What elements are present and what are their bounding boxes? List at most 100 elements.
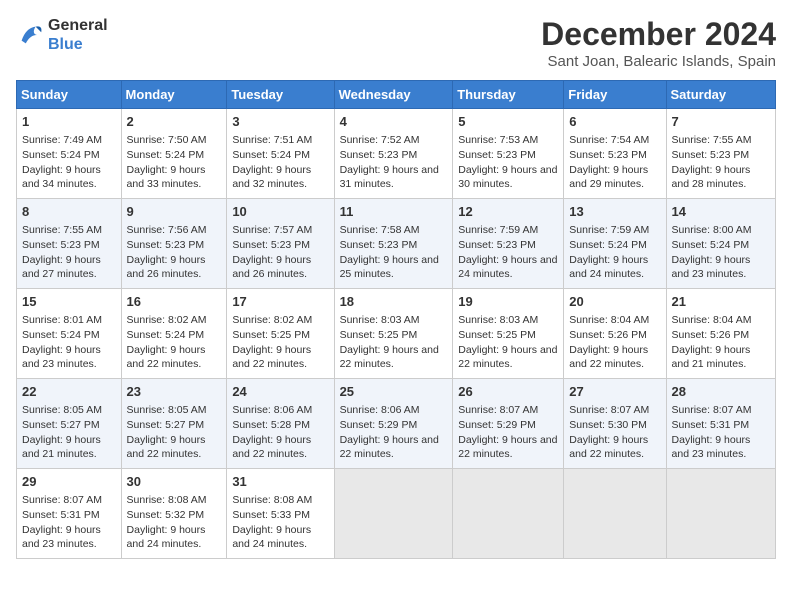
sunset-text: Sunset: 5:26 PM (672, 329, 750, 341)
day-number: 8 (22, 203, 116, 221)
calendar-week-row: 1Sunrise: 7:49 AMSunset: 5:24 PMDaylight… (17, 109, 776, 199)
sunrise-text: Sunrise: 8:04 AM (672, 314, 752, 326)
sunset-text: Sunset: 5:24 PM (569, 239, 647, 251)
daylight-text: Daylight: 9 hours and 23 minutes. (22, 344, 101, 371)
calendar-week-row: 8 Sunrise: 7:55 AM Sunset: 5:23 PM Daylight… (17, 199, 776, 289)
sunset-text: Sunset: 5:31 PM (672, 419, 750, 431)
logo-text: General Blue (48, 16, 108, 54)
daylight-text: Daylight: 9 hours and 28 minutes. (672, 164, 751, 191)
daylight-text: Daylight: 9 hours and 21 minutes. (672, 344, 751, 371)
calendar-cell: 12Sunrise: 7:59 AMSunset: 5:23 PMDayligh… (453, 199, 564, 289)
sunset-text: Sunset: 5:25 PM (458, 329, 536, 341)
sunset-text: Sunset: 5:23 PM (569, 149, 647, 161)
weekday-header-monday: Monday (121, 81, 227, 109)
calendar-cell (564, 469, 666, 559)
sunset-text: Sunset: 5:32 PM (127, 509, 205, 521)
day-number: 2 (127, 113, 222, 131)
daylight-text: Daylight: 9 hours and 27 minutes. (22, 254, 101, 281)
day-number: 24 (232, 383, 328, 401)
day-number: 18 (340, 293, 448, 311)
daylight-text: Daylight: 9 hours and 22 minutes. (569, 434, 648, 461)
sunrise-text: Sunrise: 7:58 AM (340, 224, 420, 236)
day-number: 1 (22, 113, 116, 131)
calendar-cell: 27Sunrise: 8:07 AMSunset: 5:30 PMDayligh… (564, 379, 666, 469)
sunrise-text: Sunrise: 8:07 AM (22, 494, 102, 506)
calendar-cell: 6 Sunrise: 7:54 AM Sunset: 5:23 PM Daylight… (564, 109, 666, 199)
sunset-text: Sunset: 5:23 PM (127, 239, 205, 251)
daylight-text: Daylight: 9 hours and 22 minutes. (340, 434, 439, 461)
sunset-text: Sunset: 5:31 PM (22, 509, 100, 521)
day-number: 3 (232, 113, 328, 131)
sunset-text: Sunset: 5:27 PM (22, 419, 100, 431)
day-number: 11 (340, 203, 448, 221)
daylight-text: Daylight: 9 hours and 24 minutes. (569, 254, 648, 281)
calendar-cell: 21 Sunrise: 8:04 AM Sunset: 5:26 PM Dayligh… (666, 289, 775, 379)
weekday-header-friday: Friday (564, 81, 666, 109)
logo-icon (16, 21, 44, 49)
weekday-header-row: SundayMondayTuesdayWednesdayThursdayFrid… (17, 81, 776, 109)
sunset-text: Sunset: 5:23 PM (232, 239, 310, 251)
day-number: 7 (672, 113, 770, 131)
sunset-text: Sunset: 5:23 PM (340, 149, 418, 161)
sunrise-text: Sunrise: 8:02 AM (127, 314, 207, 326)
day-number: 19 (458, 293, 558, 311)
sunrise-text: Sunrise: 7:57 AM (232, 224, 312, 236)
sunrise-text: Sunrise: 8:05 AM (22, 404, 102, 416)
calendar-cell (453, 469, 564, 559)
calendar-cell: 28 Sunrise: 8:07 AM Sunset: 5:31 PM Dayligh… (666, 379, 775, 469)
sunrise-text: Sunrise: 8:08 AM (127, 494, 207, 506)
sunset-text: Sunset: 5:30 PM (569, 419, 647, 431)
page-title: December 2024 (541, 16, 776, 53)
daylight-text: Daylight: 9 hours and 22 minutes. (458, 344, 557, 371)
sunrise-text: Sunrise: 8:07 AM (569, 404, 649, 416)
calendar-cell: 22Sunrise: 8:05 AMSunset: 5:27 PMDayligh… (17, 379, 122, 469)
sunrise-text: Sunrise: 8:02 AM (232, 314, 312, 326)
daylight-text: Daylight: 9 hours and 23 minutes. (672, 434, 751, 461)
daylight-text: Daylight: 9 hours and 34 minutes. (22, 164, 101, 191)
day-number: 22 (22, 383, 116, 401)
calendar-cell: 1Sunrise: 7:49 AMSunset: 5:24 PMDaylight… (17, 109, 122, 199)
calendar-cell: 16Sunrise: 8:02 AMSunset: 5:24 PMDayligh… (121, 289, 227, 379)
weekday-header-saturday: Saturday (666, 81, 775, 109)
day-number: 5 (458, 113, 558, 131)
day-number: 15 (22, 293, 116, 311)
day-number: 25 (340, 383, 448, 401)
weekday-header-tuesday: Tuesday (227, 81, 334, 109)
sunset-text: Sunset: 5:24 PM (672, 239, 750, 251)
calendar-cell: 13Sunrise: 7:59 AMSunset: 5:24 PMDayligh… (564, 199, 666, 289)
sunset-text: Sunset: 5:33 PM (232, 509, 310, 521)
calendar-cell: 11Sunrise: 7:58 AMSunset: 5:23 PMDayligh… (334, 199, 453, 289)
day-number: 12 (458, 203, 558, 221)
weekday-header-wednesday: Wednesday (334, 81, 453, 109)
day-number: 21 (672, 293, 770, 311)
sunrise-text: Sunrise: 7:54 AM (569, 134, 649, 146)
sunset-text: Sunset: 5:26 PM (569, 329, 647, 341)
daylight-text: Daylight: 9 hours and 24 minutes. (232, 524, 311, 551)
sunrise-text: Sunrise: 8:06 AM (340, 404, 420, 416)
daylight-text: Daylight: 9 hours and 22 minutes. (232, 434, 311, 461)
daylight-text: Daylight: 9 hours and 22 minutes. (569, 344, 648, 371)
calendar-cell: 25Sunrise: 8:06 AMSunset: 5:29 PMDayligh… (334, 379, 453, 469)
sunrise-text: Sunrise: 8:03 AM (340, 314, 420, 326)
day-number: 16 (127, 293, 222, 311)
daylight-text: Daylight: 9 hours and 32 minutes. (232, 164, 311, 191)
day-number: 6 (569, 113, 660, 131)
calendar-cell: 26Sunrise: 8:07 AMSunset: 5:29 PMDayligh… (453, 379, 564, 469)
daylight-text: Daylight: 9 hours and 29 minutes. (569, 164, 648, 191)
sunrise-text: Sunrise: 7:55 AM (22, 224, 102, 236)
sunrise-text: Sunrise: 7:59 AM (458, 224, 538, 236)
daylight-text: Daylight: 9 hours and 26 minutes. (232, 254, 311, 281)
sunset-text: Sunset: 5:24 PM (232, 149, 310, 161)
day-number: 17 (232, 293, 328, 311)
calendar-cell (334, 469, 453, 559)
sunset-text: Sunset: 5:23 PM (340, 239, 418, 251)
sunrise-text: Sunrise: 8:06 AM (232, 404, 312, 416)
sunrise-text: Sunrise: 7:51 AM (232, 134, 312, 146)
calendar-table: SundayMondayTuesdayWednesdayThursdayFrid… (16, 80, 776, 559)
calendar-cell: 3 Sunrise: 7:51 AM Sunset: 5:24 PM Daylight… (227, 109, 334, 199)
day-number: 28 (672, 383, 770, 401)
sunrise-text: Sunrise: 8:07 AM (672, 404, 752, 416)
calendar-cell: 17Sunrise: 8:02 AMSunset: 5:25 PMDayligh… (227, 289, 334, 379)
day-number: 13 (569, 203, 660, 221)
calendar-cell: 23Sunrise: 8:05 AMSunset: 5:27 PMDayligh… (121, 379, 227, 469)
